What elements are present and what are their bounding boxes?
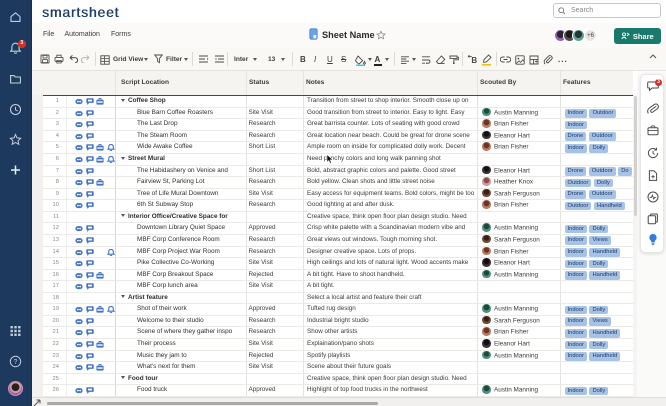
svg-text:?: ? xyxy=(14,359,18,366)
svg-text:B: B xyxy=(471,56,477,65)
